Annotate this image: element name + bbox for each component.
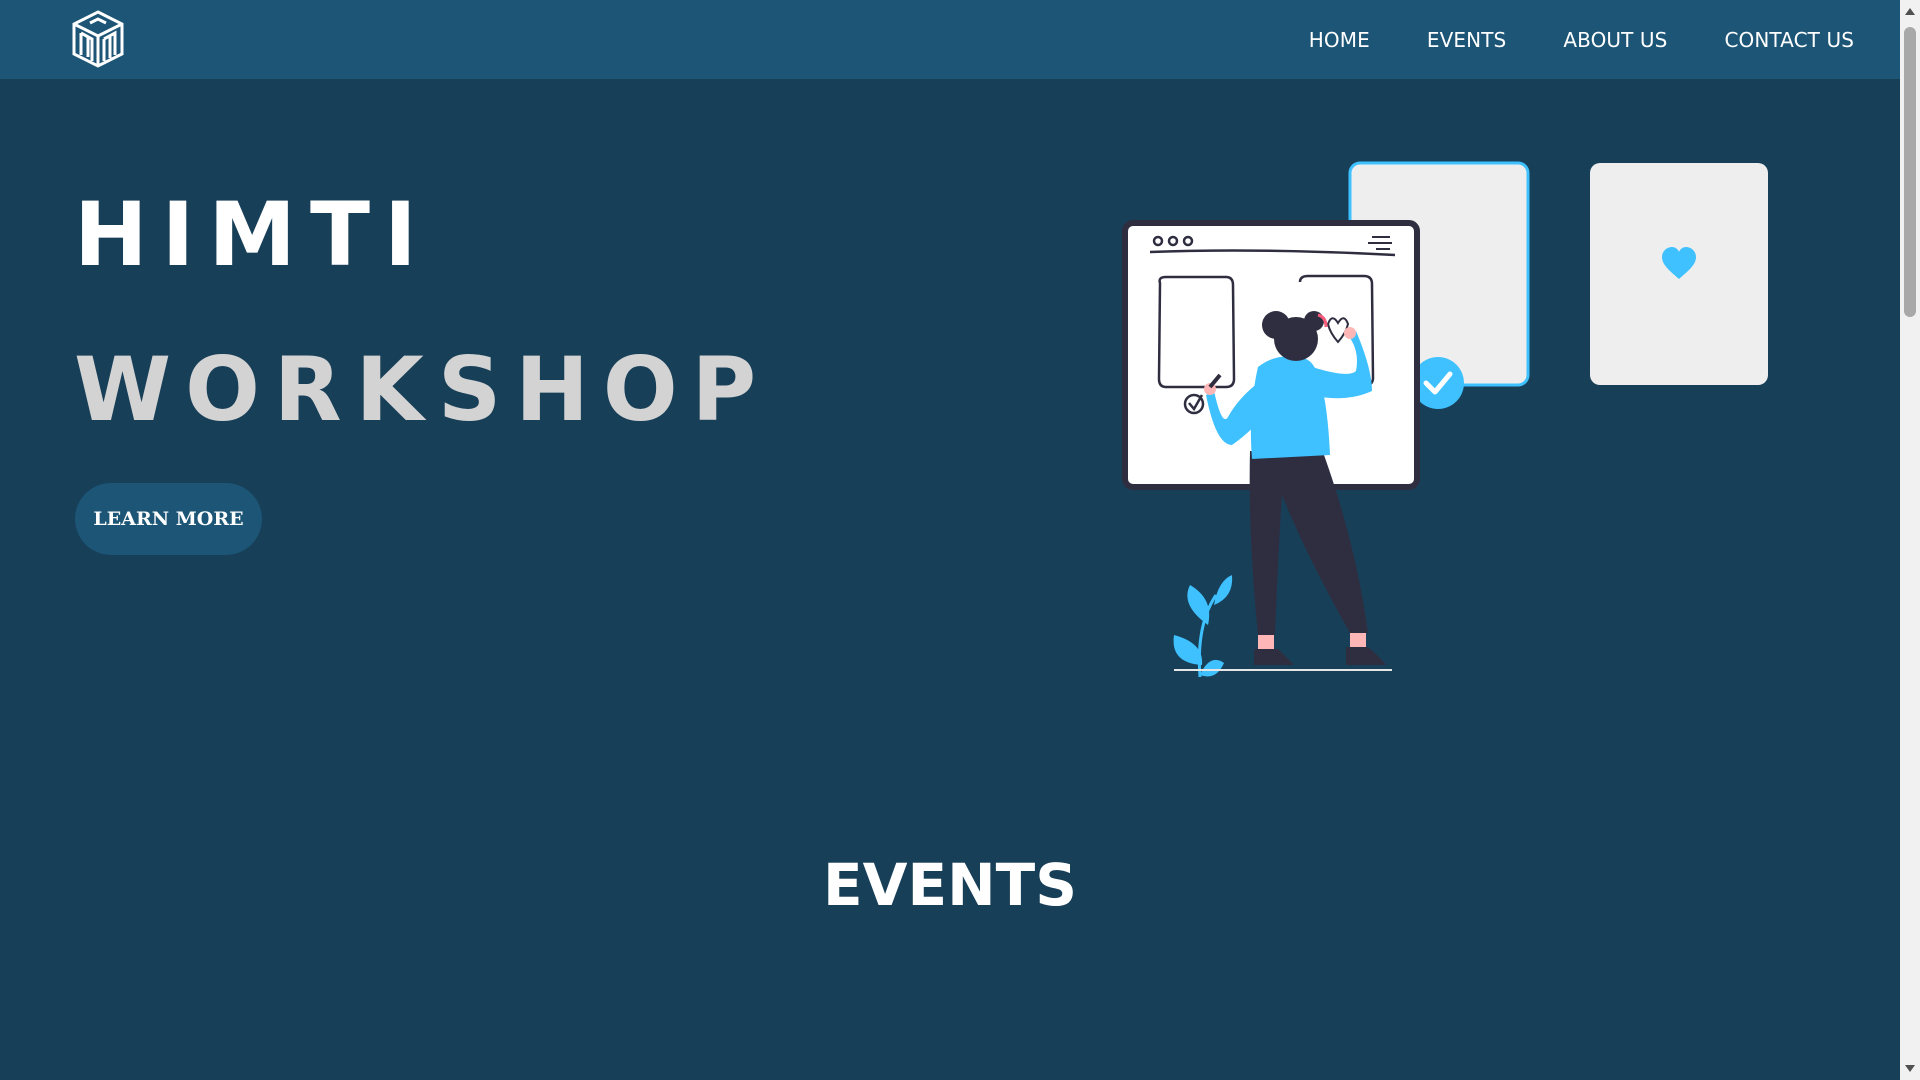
nav-home[interactable]: HOME	[1309, 28, 1370, 52]
scroll-down-icon[interactable]	[1905, 1065, 1915, 1072]
nav-events[interactable]: EVENTS	[1427, 28, 1506, 52]
scrollbar-thumb[interactable]	[1904, 27, 1916, 317]
hero-illustration	[1110, 155, 1800, 685]
nav-about-us[interactable]: ABOUT US	[1563, 28, 1667, 52]
himti-logo-icon[interactable]	[70, 9, 126, 69]
page-scrollbar[interactable]	[1900, 0, 1920, 1080]
events-heading: EVENTS	[822, 851, 1077, 919]
page: HOME EVENTS ABOUT US CONTACT US HIMTI WO…	[0, 0, 1920, 1080]
nav-contact-us[interactable]: CONTACT US	[1724, 28, 1854, 52]
hero-title-line2: WORKSHOP	[74, 338, 771, 441]
learn-more-button[interactable]: LEARN MORE	[75, 483, 262, 555]
navbar: HOME EVENTS ABOUT US CONTACT US	[0, 0, 1900, 79]
scroll-up-icon[interactable]	[1905, 8, 1915, 15]
nav-menu: HOME EVENTS ABOUT US CONTACT US	[1309, 0, 1854, 79]
hero-title-line1: HIMTI	[74, 183, 431, 286]
